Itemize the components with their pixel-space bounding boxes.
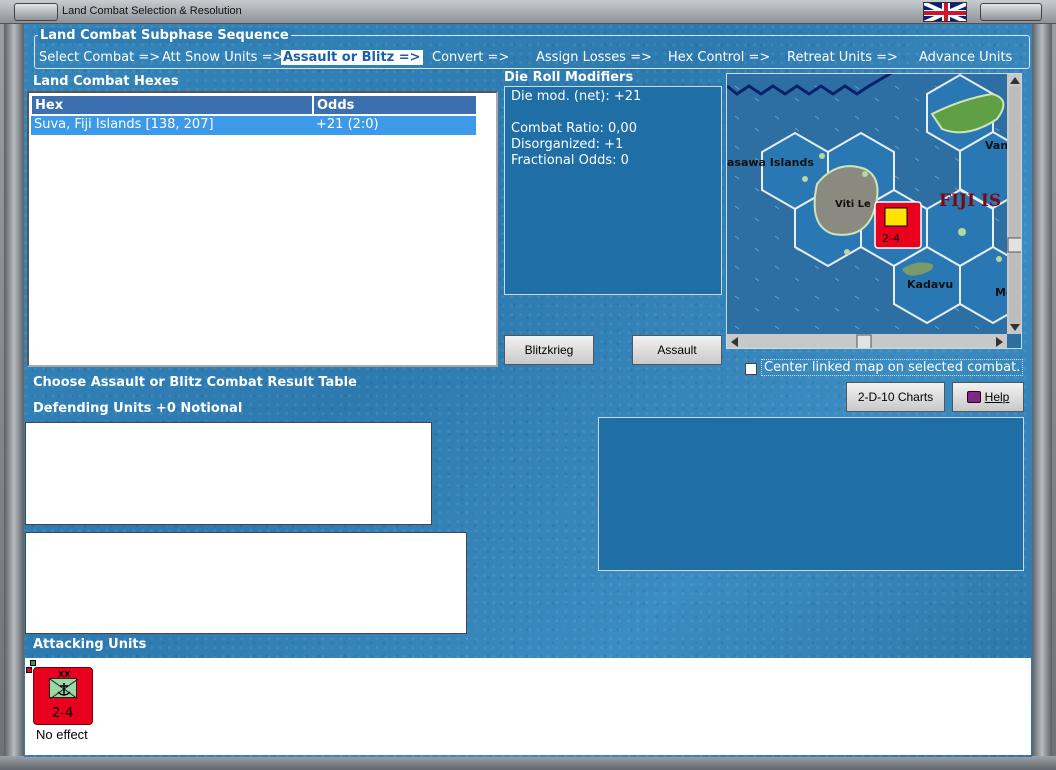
seq-assault-or-blitz[interactable]: Assault or Blitz => xyxy=(281,50,423,65)
seq-advance-units[interactable]: Advance Units xyxy=(919,50,1012,65)
map-label: Van xyxy=(985,139,1008,152)
combat-result-panel xyxy=(598,417,1024,571)
main-panel: Land Combat Subphase Sequence Select Com… xyxy=(24,24,1032,757)
map-label: Viti Le xyxy=(835,199,871,210)
map-canvas: asawa Islands Viti Le FIJI IS Kadavu Van… xyxy=(727,74,1021,348)
defending-notional-list[interactable] xyxy=(25,532,467,634)
system-menu-button[interactable] xyxy=(14,3,58,21)
seq-select-combat[interactable]: Select Combat => xyxy=(39,50,160,65)
die-roll-modifiers-title: Die Roll Modifiers xyxy=(504,70,634,85)
attacking-units-list[interactable] xyxy=(25,658,1031,755)
die-roll-modifiers-box: Die mod. (net): +21 Combat Ratio: 0,00 D… xyxy=(504,86,722,295)
counter-marker xyxy=(26,667,32,673)
uk-flag-icon xyxy=(923,2,967,22)
map-counter-strength: 2-4 xyxy=(882,232,900,245)
left-border xyxy=(4,24,24,760)
modifier-line: Combat Ratio: 0,00 xyxy=(511,121,637,136)
assault-button[interactable]: Assault xyxy=(632,335,722,365)
seq-att-snow-units[interactable]: Att Snow Units => xyxy=(162,50,283,65)
anchor-icon xyxy=(49,678,78,699)
title-bar: Land Combat Selection & Resolution xyxy=(0,0,1056,24)
column-header-hex[interactable]: Hex xyxy=(31,95,313,115)
defending-units-list[interactable] xyxy=(25,422,432,525)
combat-result-text: No effect xyxy=(36,727,88,742)
modifier-line xyxy=(511,105,715,121)
subphase-sequence-title: Land Combat Subphase Sequence xyxy=(38,28,291,43)
seq-retreat-units[interactable]: Retreat Units => xyxy=(787,50,898,65)
window-title: Land Combat Selection & Resolution xyxy=(62,5,242,17)
land-combat-hexes-list[interactable]: Hex Odds Suva, Fiji Islands [138, 207] +… xyxy=(27,91,498,367)
linked-map[interactable]: asawa Islands Viti Le FIJI IS Kadavu Van… xyxy=(726,73,1022,349)
seq-convert[interactable]: Convert => xyxy=(432,50,509,65)
attacking-unit-counter[interactable]: XX 2-4 xyxy=(33,667,93,725)
book-icon xyxy=(966,391,981,403)
unit-strength: 2-4 xyxy=(52,706,74,721)
help-button[interactable]: Help xyxy=(952,382,1024,412)
modifier-line: Die mod. (net): +21 xyxy=(511,89,642,104)
help-label: Help xyxy=(984,390,1010,404)
seq-assign-losses[interactable]: Assign Losses => xyxy=(536,50,652,65)
cell-odds: +21 (2:0) xyxy=(316,117,379,132)
defending-units-label: Defending Units +0 Notional xyxy=(33,401,243,416)
map-label: Kadavu xyxy=(907,278,953,291)
center-map-label[interactable]: Center linked map on selected combat. xyxy=(761,359,1024,376)
blitzkrieg-button[interactable]: Blitzkrieg xyxy=(504,335,594,365)
counter-marker xyxy=(30,660,36,666)
bottom-border xyxy=(0,756,1056,770)
seq-hex-control[interactable]: Hex Control => xyxy=(668,50,770,65)
charts-button[interactable]: 2-D-10 Charts xyxy=(846,382,945,412)
close-button[interactable] xyxy=(980,3,1042,21)
modifier-line: Fractional Odds: 0 xyxy=(511,153,629,168)
attacking-units-label: Attacking Units xyxy=(33,637,147,652)
column-header-odds[interactable]: Odds xyxy=(313,95,477,115)
table-row[interactable]: Suva, Fiji Islands [138, 207] +21 (2:0) xyxy=(31,116,476,135)
crt-label: Choose Assault or Blitz Combat Result Ta… xyxy=(33,375,357,390)
cell-hex: Suva, Fiji Islands [138, 207] xyxy=(34,117,214,132)
land-combat-hexes-title: Land Combat Hexes xyxy=(33,74,179,89)
modifier-line: Disorganized: +1 xyxy=(511,137,624,152)
center-map-checkbox[interactable] xyxy=(745,363,757,375)
map-label: FIJI IS xyxy=(939,191,1001,211)
map-label: asawa Islands xyxy=(727,156,814,169)
right-border xyxy=(1032,24,1052,760)
